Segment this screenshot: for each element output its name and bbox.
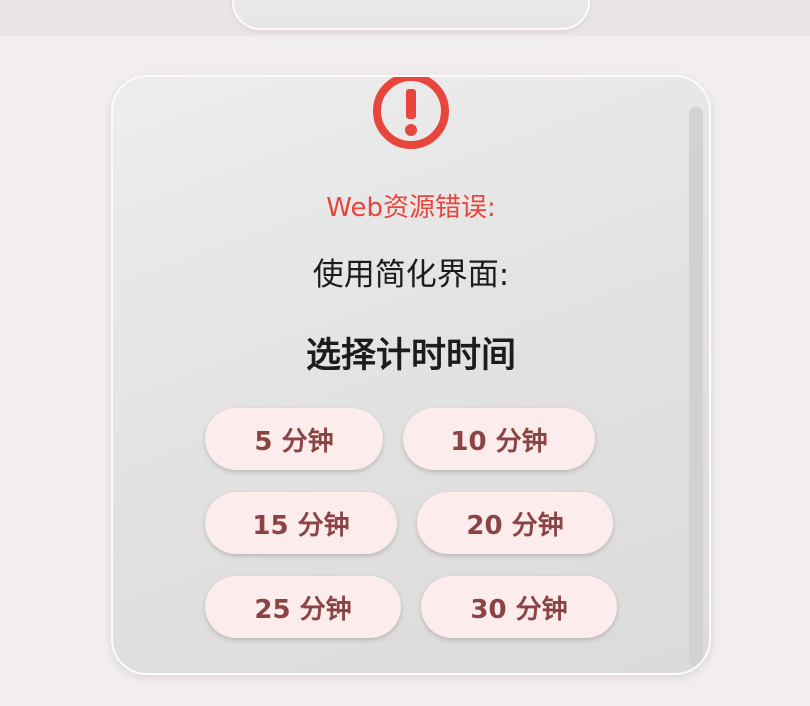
error-title: Web资源错误: xyxy=(326,193,496,223)
timer-heading: 选择计时时间 xyxy=(305,336,516,376)
timer-option-25-button[interactable]: 25 分钟 xyxy=(205,576,401,638)
timer-option-20-button[interactable]: 20 分钟 xyxy=(417,492,613,554)
timer-card: Web资源错误: 使用简化界面: 选择计时时间 5 分钟 10 分钟 15 分钟… xyxy=(111,75,711,675)
previous-card-fragment xyxy=(232,0,590,30)
timer-option-30-button[interactable]: 30 分钟 xyxy=(421,576,617,638)
scrollbar[interactable] xyxy=(689,107,703,667)
timer-option-10-button[interactable]: 10 分钟 xyxy=(403,408,595,470)
scrollbar-thumb[interactable] xyxy=(689,107,703,667)
timer-option-15-button[interactable]: 15 分钟 xyxy=(205,492,397,554)
exclamation-circle-icon xyxy=(373,77,449,149)
simplified-ui-subtitle: 使用简化界面: xyxy=(312,257,510,293)
timer-option-5-button[interactable]: 5 分钟 xyxy=(205,408,383,470)
